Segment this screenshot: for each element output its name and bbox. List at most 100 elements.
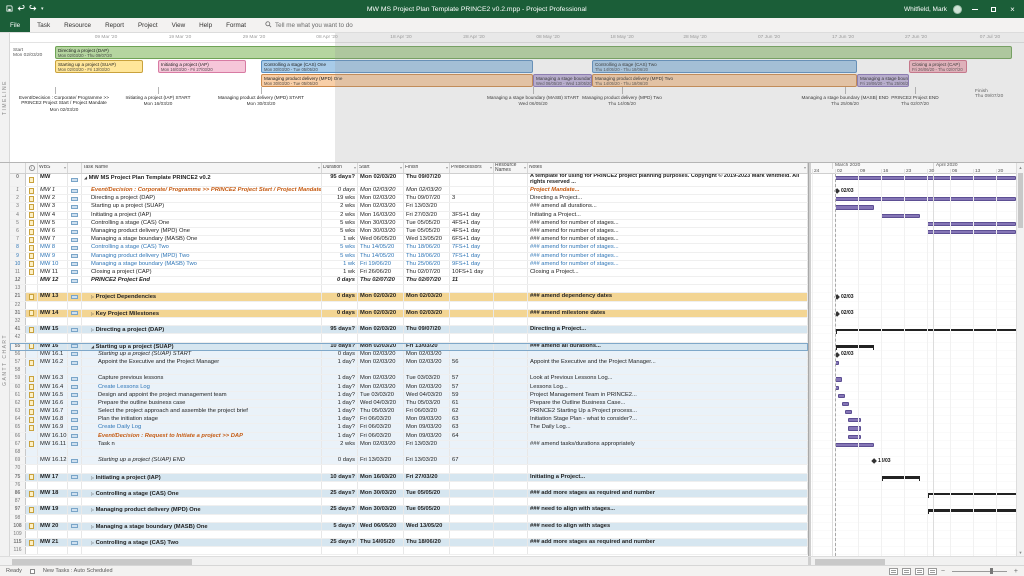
cell-name[interactable]: ▷Initiating a project (IAP)	[82, 474, 322, 481]
cell-name[interactable]	[82, 515, 322, 522]
cell-name[interactable]: Controlling a stage (CAS) Two	[82, 244, 322, 251]
cell-res[interactable]	[494, 203, 528, 210]
cell-res[interactable]	[494, 482, 528, 489]
restore-button[interactable]	[987, 3, 1000, 15]
cell-notes[interactable]	[528, 433, 808, 440]
task-bar[interactable]	[838, 394, 845, 398]
cell-pred[interactable]	[450, 187, 494, 194]
cell-name[interactable]	[82, 449, 322, 456]
cell-fin[interactable]: Fri 27/03/20	[404, 474, 450, 481]
cell-name[interactable]: ▷Key Project Milestones	[82, 310, 322, 317]
cell-wbs[interactable]	[38, 367, 68, 374]
cell-fin[interactable]	[404, 482, 450, 489]
cell-dur[interactable]: 1 day?	[322, 424, 358, 431]
gantt-body[interactable]: 02/0302/0302/0302/0313/03	[811, 174, 1016, 556]
cell-wbs[interactable]: MW 5	[38, 220, 68, 227]
cell-notes[interactable]: Initiating a Project...	[528, 212, 808, 219]
cell-notes[interactable]: Project Mandate...	[528, 187, 808, 194]
cell-dur[interactable]	[322, 449, 358, 456]
timeline-canvas[interactable]: Start Mon 02/03/20 Finish Thu 09/07/20 0…	[10, 33, 1024, 162]
gantt-hscroll-thumb[interactable]	[815, 559, 885, 565]
cell-num[interactable]: 87	[10, 498, 26, 505]
zoom-in-button[interactable]: +	[1014, 568, 1018, 575]
cell-res[interactable]	[494, 465, 528, 472]
cell-start[interactable]: Mon 02/03/20	[358, 375, 404, 382]
cell-fin[interactable]	[404, 547, 450, 554]
menu-tab-help[interactable]: Help	[192, 18, 219, 32]
cell-pred[interactable]	[450, 203, 494, 210]
cell-num[interactable]: 61	[10, 392, 26, 399]
scroll-up-icon[interactable]: ▲	[1017, 163, 1024, 171]
filter-arrow-icon[interactable]: ▾	[490, 165, 492, 170]
cell-notes[interactable]: ### add more stages as required and numb…	[528, 539, 808, 546]
cell-dur[interactable]: 2 wks	[322, 441, 358, 448]
collapse-icon[interactable]: ◢	[84, 175, 87, 180]
cell-wbs[interactable]	[38, 302, 68, 309]
expand-icon[interactable]: ▷	[91, 524, 94, 529]
cell-fin[interactable]: Thu 09/07/20	[404, 195, 450, 202]
cell-wbs[interactable]: MW 16.5	[38, 392, 68, 399]
cell-pred[interactable]	[450, 285, 494, 292]
cell-fin[interactable]: Fri 13/03/20	[404, 441, 450, 448]
cell-num[interactable]: 116	[10, 547, 26, 554]
timeline-bar[interactable]: Closing a project (CAP)Fri 26/06/20 - Th…	[909, 60, 967, 73]
cell-name[interactable]: Starting up a project (SUAP)	[82, 203, 322, 210]
cell-name[interactable]: Select the project approach and assemble…	[82, 408, 322, 415]
cell-num[interactable]: 57	[10, 359, 26, 366]
cell-wbs[interactable]	[38, 482, 68, 489]
cell-name[interactable]: Capture previous lessons	[82, 375, 322, 382]
cell-fin[interactable]: Thu 02/07/20	[404, 269, 450, 276]
cell-name[interactable]: Directing a project (DAP)	[82, 195, 322, 202]
qat-customize-icon[interactable]: ▾	[41, 6, 44, 12]
cell-wbs[interactable]: MW 3	[38, 203, 68, 210]
cell-num[interactable]: 63	[10, 408, 26, 415]
menu-tab-file[interactable]: File	[0, 18, 30, 32]
cell-notes[interactable]	[528, 367, 808, 374]
filter-arrow-icon[interactable]: ▾	[318, 165, 320, 170]
cell-notes[interactable]: ### amend for number of stages...	[528, 220, 808, 227]
cell-start[interactable]: Mon 02/03/20	[358, 293, 404, 300]
cell-num[interactable]: 67	[10, 441, 26, 448]
filter-arrow-icon[interactable]: ▾	[804, 165, 806, 170]
cell-dur[interactable]	[322, 285, 358, 292]
cell-res[interactable]	[494, 310, 528, 317]
timeline-bar[interactable]: Controlling a stage (CAS) TwoThu 14/05/2…	[592, 60, 857, 73]
cell-dur[interactable]: 0 days	[322, 310, 358, 317]
cell-name[interactable]: ▷Managing a stage boundary (MASB) One	[82, 523, 322, 530]
cell-name[interactable]: Managing a stage boundary (MASB) One	[82, 236, 322, 243]
cell-notes[interactable]: Directing a Project...	[528, 195, 808, 202]
cell-num[interactable]: 97	[10, 506, 26, 513]
cell-start[interactable]: Tue 03/03/20	[358, 392, 404, 399]
cell-notes[interactable]: ### add more stages as required and numb…	[528, 490, 808, 497]
cell-start[interactable]: Fri 26/06/20	[358, 269, 404, 276]
cell-start[interactable]	[358, 318, 404, 325]
filter-arrow-icon[interactable]: ▾	[64, 165, 66, 170]
cell-res[interactable]	[494, 212, 528, 219]
cell-fin[interactable]	[404, 367, 450, 374]
cell-name[interactable]: Prepare the outline business case	[82, 400, 322, 407]
timeline-callout[interactable]: Initiating a project (IAP) STARTMon 16/0…	[106, 95, 210, 107]
timeline-pane-strip[interactable]: TIMELINE	[0, 33, 10, 162]
column-header-res[interactable]: Resource Names▾	[494, 163, 528, 173]
cell-start[interactable]: Mon 02/03/20	[358, 203, 404, 210]
cell-notes[interactable]: Appoint the Executive and the Project Ma…	[528, 359, 808, 366]
cell-wbs[interactable]: MW 16.1	[38, 351, 68, 358]
cell-start[interactable]: Thu 02/07/20	[358, 277, 404, 284]
cell-fin[interactable]: Thu 18/06/20	[404, 539, 450, 546]
cell-pred[interactable]	[450, 474, 494, 481]
cell-name[interactable]: Managing a stage boundary (MASB) Two	[82, 261, 322, 268]
cell-num[interactable]: 0	[10, 174, 26, 186]
cell-fin[interactable]: Fri 06/03/20	[404, 408, 450, 415]
cell-wbs[interactable]: MW 16.9	[38, 424, 68, 431]
cell-pred[interactable]	[450, 318, 494, 325]
task-bar[interactable]	[835, 377, 842, 381]
scroll-down-icon[interactable]: ▼	[1017, 548, 1024, 556]
cell-wbs[interactable]: MW 16.6	[38, 400, 68, 407]
cell-notes[interactable]: Look at Previous Lessons Log...	[528, 375, 808, 382]
column-header-ind[interactable]: i	[26, 163, 38, 173]
cell-fin[interactable]: Thu 18/06/20	[404, 244, 450, 251]
gantt-timescale[interactable]: March 2020April 2020240209162330061320	[811, 163, 1016, 174]
cell-num[interactable]: 55	[10, 343, 26, 350]
column-header-dur[interactable]: Duration▾	[322, 163, 358, 173]
filter-arrow-icon[interactable]: ▾	[400, 165, 402, 170]
